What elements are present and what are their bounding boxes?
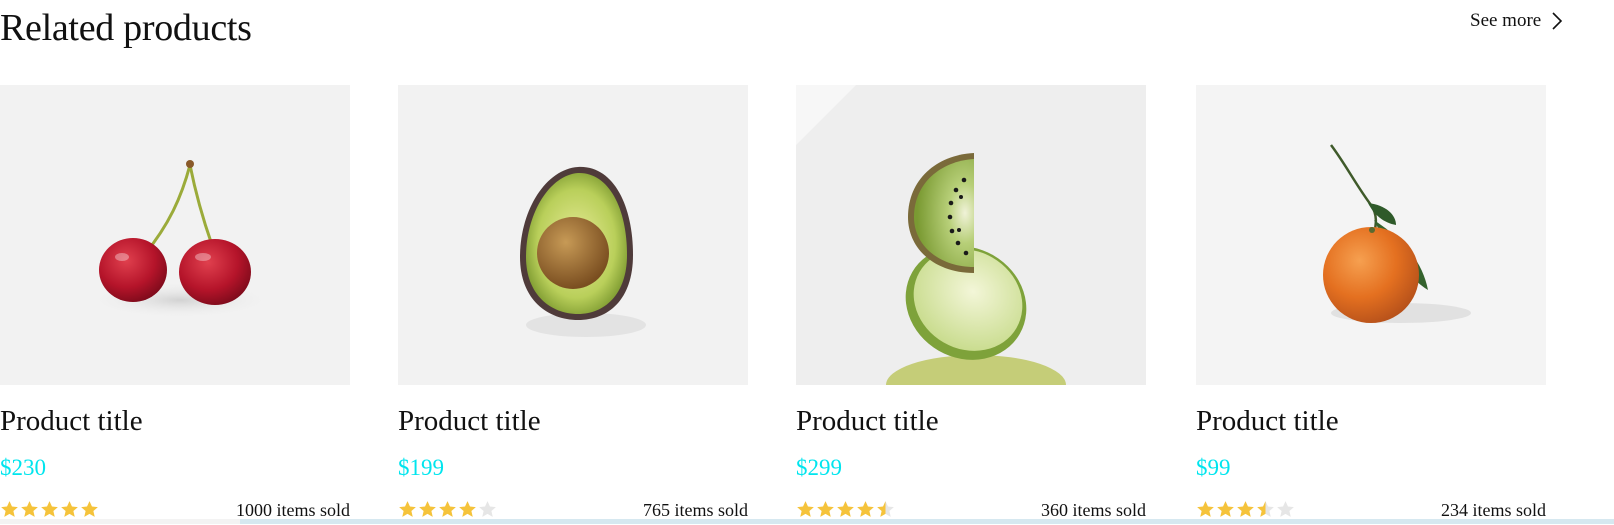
see-more-label: See more [1470, 10, 1542, 31]
star-filled-icon [1, 501, 18, 517]
items-sold: 1000 items sold [235, 500, 350, 520]
star-rating [1196, 500, 1295, 519]
product-card[interactable]: Product title $299 360 items sold [796, 85, 1146, 525]
star-rating [398, 500, 497, 519]
star-filled-icon [81, 501, 98, 517]
star-filled-icon [1197, 501, 1214, 517]
star-filled-icon [419, 501, 436, 517]
product-price: $99 [1196, 455, 1231, 480]
items-sold: 360 items sold [1040, 500, 1146, 520]
star-filled-icon [817, 501, 834, 517]
product-price: $230 [0, 455, 46, 480]
star-filled-icon [797, 501, 814, 517]
see-more-link[interactable]: See more [1470, 8, 1563, 34]
product-image-tangerine[interactable] [1196, 85, 1546, 385]
product-card[interactable]: Product title $199 765 items sold [398, 85, 748, 525]
star-filled-icon [1217, 501, 1234, 517]
star-filled-icon [61, 501, 78, 517]
product-image-avocado[interactable] [398, 85, 748, 385]
star-empty-icon [1277, 501, 1294, 517]
star-filled-icon [21, 501, 38, 517]
star-filled-icon [399, 501, 416, 517]
product-title[interactable]: Product title [1196, 403, 1339, 439]
product-image-kiwi-lime[interactable] [796, 85, 1146, 385]
star-filled-icon [459, 501, 476, 517]
horizontal-scrollbar[interactable] [0, 519, 1614, 524]
product-grid: Product title $230 1000 items sold Produ… [0, 85, 1560, 525]
product-image-cherries[interactable] [0, 85, 350, 385]
star-half-icon [1257, 501, 1274, 517]
product-price: $299 [796, 455, 842, 480]
related-products-header: Related products See more [0, 0, 1614, 60]
product-title[interactable]: Product title [398, 403, 541, 439]
star-rating [796, 500, 895, 519]
product-card[interactable]: Product title $99 234 items sold [1196, 85, 1546, 525]
section-title: Related products [0, 7, 252, 49]
product-title[interactable]: Product title [0, 403, 143, 439]
scrollbar-track-start [0, 519, 240, 524]
star-half-icon [877, 501, 894, 517]
star-filled-icon [41, 501, 58, 517]
product-title[interactable]: Product title [796, 403, 939, 439]
star-filled-icon [439, 501, 456, 517]
product-price: $199 [398, 455, 444, 480]
product-card[interactable]: Product title $230 1000 items sold [0, 85, 350, 525]
items-sold: 765 items sold [642, 500, 748, 520]
star-filled-icon [857, 501, 874, 517]
items-sold: 234 items sold [1440, 500, 1546, 520]
star-filled-icon [837, 501, 854, 517]
star-empty-icon [479, 501, 496, 517]
chevron-right-icon [1552, 12, 1563, 30]
star-rating [0, 500, 99, 519]
star-filled-icon [1237, 501, 1254, 517]
